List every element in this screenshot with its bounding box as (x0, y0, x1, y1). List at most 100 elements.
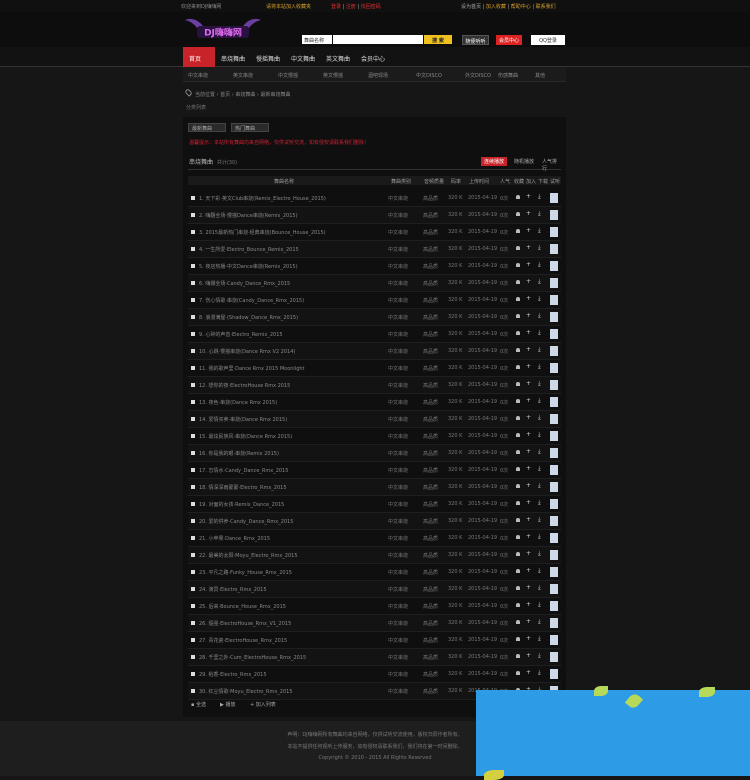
song-name[interactable]: 30. 红尘情歌·Moyu_Electro_Rmx_2015 (199, 688, 369, 695)
song-name[interactable]: 22. 最美的太阳·Moyu_Electro_Rmx_2015 (199, 552, 369, 559)
add-icon[interactable]: + (526, 516, 531, 523)
subnav-item[interactable]: 中文慢摇 (278, 72, 298, 79)
song-name[interactable]: 18. 情深深雨蒙蒙·Electro_Rmx_2015 (199, 484, 369, 491)
tab-latest[interactable]: 最新舞曲 (188, 123, 226, 132)
download-icon[interactable]: ⤓ (538, 278, 542, 285)
tab-hot[interactable]: 热门舞曲 (231, 123, 269, 132)
listen-button[interactable] (550, 601, 558, 611)
song-name[interactable]: 20. 爱的供养·Candy_Dance_Rmx_2015 (199, 518, 369, 525)
download-icon[interactable]: ⤓ (538, 261, 542, 268)
favorite-icon[interactable] (516, 535, 520, 539)
listen-button[interactable] (550, 499, 558, 509)
listen-button[interactable] (550, 227, 558, 237)
popularity-button[interactable]: 人气排行 (539, 157, 561, 172)
nav-medley[interactable]: 串烧舞曲 (221, 47, 245, 67)
download-icon[interactable]: ⤓ (538, 465, 542, 472)
add-icon[interactable]: + (526, 431, 531, 438)
favorite-icon[interactable] (516, 297, 520, 301)
download-icon[interactable]: ⤓ (538, 397, 542, 404)
favorite-icon[interactable] (516, 552, 520, 556)
subnav-item[interactable]: 英文慢摇 (323, 72, 343, 79)
table-row[interactable]: 2. 嗨翻全场·慢摇Dance串烧(Remix_2015) 中文串烧 高品质 320 … (188, 207, 561, 224)
add-icon[interactable]: + (526, 635, 531, 642)
favorite-icon[interactable] (516, 450, 520, 454)
qq-login-button[interactable]: QQ登录 (531, 35, 565, 45)
table-row[interactable]: 23. 平凡之路·Funky_House_Rmx_2015 中文串烧 高品质 320 … (188, 564, 561, 581)
listen-button[interactable] (550, 380, 558, 390)
subnav-item[interactable]: 中文DISCO (416, 72, 442, 79)
favorite-icon[interactable] (516, 637, 520, 641)
song-name[interactable]: 2. 嗨翻全场·慢摇Dance串烧(Remix_2015) (199, 212, 369, 219)
favorite-icon[interactable] (516, 586, 520, 590)
favorite-icon[interactable] (516, 314, 520, 318)
row-checkbox[interactable] (191, 655, 195, 659)
add-icon[interactable]: + (526, 499, 531, 506)
song-name[interactable]: 3. 2015最新热门串烧·经典串烧(Bounce_House_2015) (199, 229, 369, 236)
favorite-icon[interactable] (516, 671, 520, 675)
table-row[interactable]: 24. 演员·Electro_Rmx_2015 中文串烧 高品质 320 K 2015-… (188, 581, 561, 598)
listen-button[interactable] (550, 244, 558, 254)
add-icon[interactable]: + (526, 227, 531, 234)
download-icon[interactable]: ⤓ (538, 312, 542, 319)
add-icon[interactable]: + (526, 482, 531, 489)
favorite-icon[interactable] (516, 416, 520, 420)
download-icon[interactable]: ⤓ (538, 533, 542, 540)
listen-button[interactable] (550, 210, 558, 220)
listen-button[interactable] (550, 312, 558, 322)
row-checkbox[interactable] (191, 638, 195, 642)
download-icon[interactable]: ⤓ (538, 210, 542, 217)
add-icon[interactable]: + (526, 346, 531, 353)
download-icon[interactable]: ⤓ (538, 363, 542, 370)
continuous-play-button[interactable]: 连续播放 (481, 157, 508, 166)
add-favorite-link[interactable]: 加入收藏 (486, 4, 506, 10)
row-checkbox[interactable] (191, 502, 195, 506)
download-icon[interactable]: ⤓ (538, 669, 542, 676)
table-row[interactable]: 6. 嗨爆全场·Candy_Dance_Rmx_2015 中文串烧 高品质 320 K… (188, 275, 561, 292)
table-row[interactable]: 27. 青花瓷·ElectroHouse_Rmx_2015 中文串烧 高品质 320 … (188, 632, 561, 649)
register-link[interactable]: 注册 (346, 4, 356, 10)
song-name[interactable]: 21. 小苹果·Dance_Rmx_2015 (199, 535, 369, 542)
add-icon[interactable]: + (526, 533, 531, 540)
favorite-icon[interactable] (516, 348, 520, 352)
play-selected-button[interactable]: ▶ 播放 (220, 701, 235, 708)
add-icon[interactable]: + (526, 329, 531, 336)
table-row[interactable]: 26. 倔强·ElectroHouse_Rmx_V1_2015 中文串烧 高品质 32… (188, 615, 561, 632)
row-checkbox[interactable] (191, 400, 195, 404)
add-icon[interactable]: + (526, 465, 531, 472)
row-checkbox[interactable] (191, 213, 195, 217)
table-row[interactable]: 28. 千里之外·Cum_ElectroHouse_Rmx_2015 中文串烧 高品… (188, 649, 561, 666)
download-icon[interactable]: ⤓ (538, 584, 542, 591)
row-checkbox[interactable] (191, 468, 195, 472)
add-icon[interactable]: + (526, 567, 531, 574)
row-checkbox[interactable] (191, 383, 195, 387)
download-icon[interactable]: ⤓ (538, 346, 542, 353)
add-icon[interactable]: + (526, 550, 531, 557)
listen-button[interactable] (550, 329, 558, 339)
subnav-item[interactable]: 英文串烧 (233, 72, 253, 79)
favorite-icon[interactable] (516, 212, 520, 216)
add-icon[interactable]: + (526, 380, 531, 387)
row-checkbox[interactable] (191, 672, 195, 676)
song-name[interactable]: 27. 青花瓷·ElectroHouse_Rmx_2015 (199, 637, 369, 644)
song-name[interactable]: 6. 嗨爆全场·Candy_Dance_Rmx_2015 (199, 280, 369, 287)
favorite-icon[interactable] (516, 569, 520, 573)
row-checkbox[interactable] (191, 536, 195, 540)
listen-button[interactable] (550, 584, 558, 594)
member-center-button[interactable]: 会员中心 (496, 35, 522, 45)
row-checkbox[interactable] (191, 264, 195, 268)
song-name[interactable]: 17. 忘情水·Candy_Dance_Rmx_2015 (199, 467, 369, 474)
row-checkbox[interactable] (191, 247, 195, 251)
download-icon[interactable]: ⤓ (538, 329, 542, 336)
download-icon[interactable]: ⤓ (538, 295, 542, 302)
row-checkbox[interactable] (191, 553, 195, 557)
song-name[interactable]: 14. 爱情买卖·串烧(Dance Rmx 2015) (199, 416, 369, 423)
song-name[interactable]: 5. 夜店热播·中文Dance串烧(Remix_2015) (199, 263, 369, 270)
set-homepage-link[interactable]: 设为首页 (461, 4, 481, 10)
row-checkbox[interactable] (191, 349, 195, 353)
song-name[interactable]: 24. 演员·Electro_Rmx_2015 (199, 586, 369, 593)
favorite-icon[interactable] (516, 467, 520, 471)
song-name[interactable]: 12. 想你的夜·ElectroHouse Rmx 2015 (199, 382, 369, 389)
favorite-icon[interactable] (516, 484, 520, 488)
song-name[interactable]: 15. 最炫民族风·串烧(Dance Rmx 2015) (199, 433, 369, 440)
listen-button[interactable] (550, 295, 558, 305)
